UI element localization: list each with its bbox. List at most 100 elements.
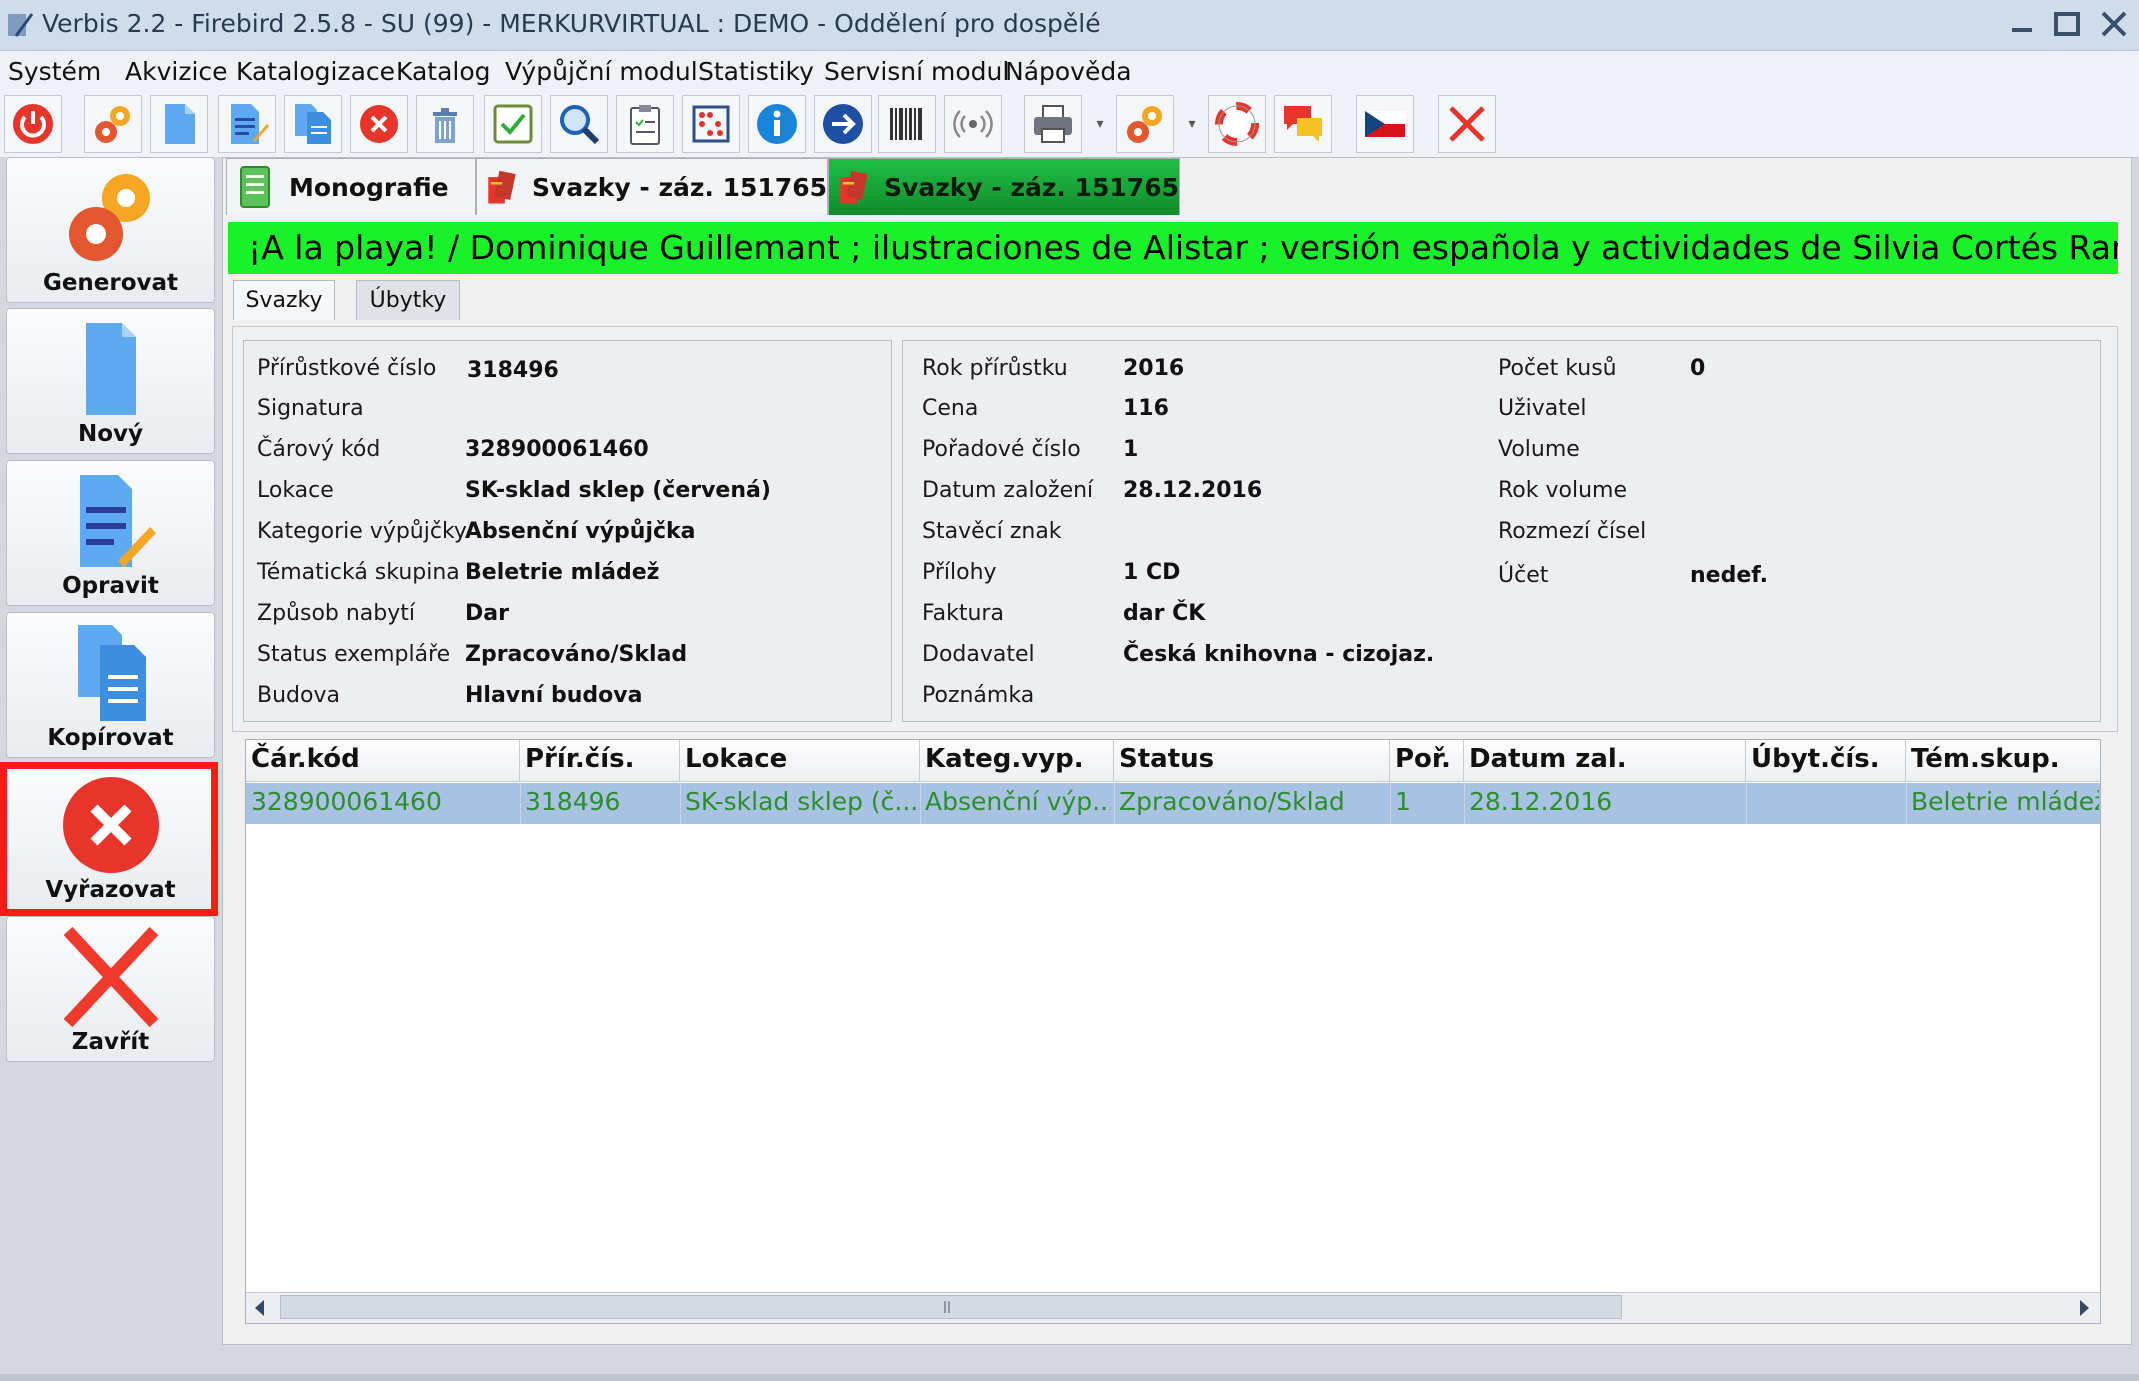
minimize-button[interactable]: [2004, 6, 2044, 42]
chat-icon: [1284, 106, 1322, 142]
column-header-status[interactable]: Status: [1114, 740, 1390, 782]
toolbar-delete-button[interactable]: [350, 95, 408, 153]
horizontal-scrollbar[interactable]: [246, 1292, 2100, 1323]
toolbar-generate-button[interactable]: [84, 95, 142, 153]
cell-divider: [1114, 783, 1115, 824]
label-status-exemplare: Status exempláře: [257, 642, 451, 667]
cell-carovy-kod: 328900061460: [251, 787, 442, 816]
column-header-carovy-kod[interactable]: Čár.kód: [246, 740, 520, 782]
menu-akvizice[interactable]: Akvizice: [125, 57, 228, 86]
sidebar-opravit-button[interactable]: Opravit: [6, 460, 215, 606]
value-datum-zalozeni: 28.12.2016: [1123, 478, 1263, 503]
app-icon: [8, 13, 34, 37]
books-icon: [840, 170, 868, 204]
edit-document-icon: [79, 475, 156, 567]
label-signatura: Signatura: [257, 396, 364, 421]
maximize-button[interactable]: [2048, 6, 2088, 42]
subtab-ubytky[interactable]: Úbytky: [356, 280, 460, 320]
column-header-label: Kateg.vyp.: [925, 744, 1084, 774]
toolbar-info-button[interactable]: [748, 95, 806, 153]
toolbar-check-button[interactable]: [484, 95, 542, 153]
toolbar-clipboard-button[interactable]: [616, 95, 674, 153]
grip-icon: [944, 1301, 950, 1313]
tab-monografie[interactable]: Monografie: [226, 158, 476, 215]
column-header-label: Datum zal.: [1469, 744, 1627, 774]
toolbar-generate2-button[interactable]: [1116, 95, 1174, 153]
label-cena: Cena: [922, 396, 979, 421]
menu-bar: Systém Akvizice Katalogizace Katalog Výp…: [0, 51, 2139, 93]
scroll-right-icon[interactable]: [2076, 1299, 2092, 1317]
toolbar-search-button[interactable]: [550, 95, 608, 153]
power-icon: [13, 104, 53, 144]
toolbar-next-button[interactable]: [814, 95, 872, 153]
subtab-svazky[interactable]: Svazky: [233, 280, 335, 320]
label-volume: Volume: [1498, 437, 1580, 462]
label-zpusob-nabyti: Způsob nabytí: [257, 601, 416, 626]
label-lokace: Lokace: [257, 478, 334, 503]
column-header-poradi[interactable]: Poř.: [1390, 740, 1464, 782]
cell-divider: [520, 783, 521, 824]
column-header-kategorie[interactable]: Kateg.vyp.: [920, 740, 1114, 782]
toolbar-messages-button[interactable]: [1274, 95, 1332, 153]
toolbar-help-button[interactable]: [1208, 95, 1266, 153]
menu-katalog[interactable]: Katalog: [396, 57, 491, 86]
menu-katalogizace[interactable]: Katalogizace: [236, 57, 395, 86]
toolbar-abacus-button[interactable]: [682, 95, 740, 153]
toolbar-barcode-button[interactable]: [878, 95, 936, 153]
toolbar-edit-button[interactable]: [218, 95, 276, 153]
toolbar-language-button[interactable]: [1356, 95, 1414, 153]
menu-napoveda[interactable]: Nápověda: [1005, 57, 1132, 86]
label-rozmezi-cisel: Rozmezí čísel: [1498, 519, 1647, 544]
toolbar-generate-dropdown[interactable]: ▾: [1183, 95, 1201, 153]
toolbar-print-dropdown[interactable]: ▾: [1091, 95, 1109, 153]
scrollbar-thumb[interactable]: [280, 1295, 1622, 1319]
toolbar-close-button[interactable]: [1438, 95, 1496, 153]
sidebar-novy-button[interactable]: Nový: [6, 308, 215, 454]
new-document-icon: [85, 323, 136, 415]
toolbar-new-button[interactable]: [150, 95, 208, 153]
column-header-label: Úbyt.čís.: [1751, 744, 1880, 774]
cell-divider: [1906, 783, 1907, 824]
toolbar-print-button[interactable]: [1024, 95, 1082, 153]
column-header-lokace[interactable]: Lokace: [680, 740, 920, 782]
scroll-left-icon[interactable]: [252, 1299, 268, 1317]
column-header-label: Tém.skup.: [1911, 744, 2060, 774]
sidebar-kopirovat-button[interactable]: Kopírovat: [6, 612, 215, 758]
column-header-prirustkove-cislo[interactable]: Přír.čís.: [520, 740, 680, 782]
menu-statistiky[interactable]: Statistiky: [698, 57, 814, 86]
toolbar-copy-button[interactable]: [284, 95, 342, 153]
chevron-down-icon: ▾: [1096, 116, 1104, 132]
tab-svazky-1[interactable]: Svazky - záz. 151765: [476, 158, 828, 215]
column-header-ubytkove-cislo[interactable]: Úbyt.čís.: [1746, 740, 1906, 782]
menu-servisni-modul[interactable]: Servisní modul: [824, 57, 1009, 86]
gears-icon: [95, 106, 130, 143]
gears-icon: [68, 174, 150, 261]
cell-divider: [920, 783, 921, 824]
chevron-down-icon: ▾: [1188, 116, 1196, 132]
trash-icon: [433, 108, 457, 143]
toolbar-trash-button[interactable]: [416, 95, 474, 153]
lifebuoy-icon: [1215, 102, 1259, 146]
column-header-datum-zalozeni[interactable]: Datum zal.: [1464, 740, 1746, 782]
tab-svazky-2-active[interactable]: Svazky - záz. 151765: [828, 158, 1180, 215]
label-dodavatel: Dodavatel: [922, 642, 1035, 667]
record-title: ¡A la playa! / Dominique Guillemant ; il…: [248, 228, 2118, 267]
toolbar-power-button[interactable]: [4, 95, 62, 153]
menu-system[interactable]: Systém: [8, 57, 101, 86]
label-staveci-znak: Stavěcí znak: [922, 519, 1062, 544]
close-window-button[interactable]: [2094, 6, 2134, 42]
column-header-tematicka-skupina[interactable]: Tém.skup.: [1906, 740, 2100, 782]
label-poradove-cislo: Pořadové číslo: [922, 437, 1081, 462]
column-header-label: Čár.kód: [251, 744, 360, 774]
cell-lokace: SK-sklad sklep (č...: [685, 787, 917, 816]
sidebar-generovat-label: Generovat: [42, 270, 179, 296]
title-bar: Verbis 2.2 - Firebird 2.5.8 - SU (99) - …: [0, 0, 2139, 51]
sidebar-zavrit-button[interactable]: Zavřít: [6, 916, 215, 1062]
menu-vypujcni-modul[interactable]: Výpůjční modul: [505, 57, 698, 86]
toolbar-rfid-button[interactable]: [944, 95, 1002, 153]
close-icon: [63, 927, 158, 1027]
table-row[interactable]: 328900061460 318496 SK-sklad sklep (č...…: [246, 783, 2100, 824]
sidebar-generovat-button[interactable]: Generovat: [6, 157, 215, 303]
close-icon: [2101, 11, 2127, 37]
label-pocet-kusu: Počet kusů: [1498, 356, 1617, 381]
